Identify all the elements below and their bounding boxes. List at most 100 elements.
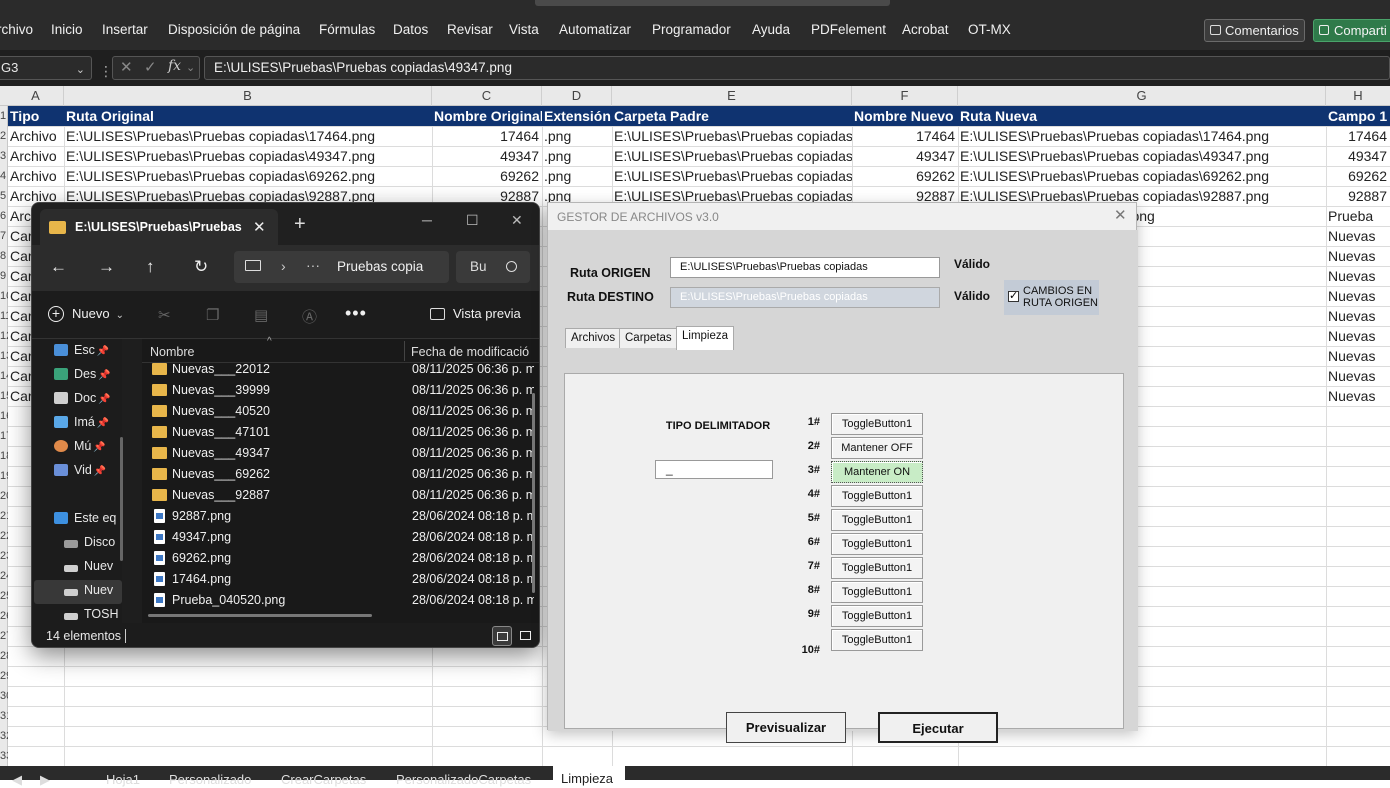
sidebar-item-documentos[interactable]: Doc 📌 [54,387,111,409]
table-cell[interactable]: E:\ULISES\Pruebas\Pruebas copiadas\49347… [64,146,432,166]
column-header-g[interactable]: G [958,86,1326,106]
file-list-hscrollbar[interactable] [148,614,372,617]
preview-pane-button[interactable]: Vista previa [430,306,521,321]
table-cell[interactable]: E:\ULISES\Pruebas\Pruebas copiadas\49347… [958,146,1326,166]
close-window-icon[interactable]: ✕ [511,212,523,229]
ribbon-tab-automatizar[interactable]: Automatizar [559,22,631,37]
row-header[interactable]: 29 [0,666,8,686]
insert-function-icon[interactable]: fx [168,58,181,74]
toggle-button-3[interactable]: Mantener ON [831,461,923,483]
row-header[interactable]: 22 [0,526,8,546]
header-nombre-original[interactable]: Nombre Original [432,106,542,126]
comments-button[interactable]: Comentarios [1204,19,1305,42]
ribbon-tab-revisar[interactable]: Revisar [447,22,493,37]
sheet-tab-limpieza[interactable]: Limpieza [553,766,625,786]
row-header[interactable]: 4 [0,166,8,186]
enter-icon[interactable]: ✓ [144,58,157,76]
column-header-name[interactable]: Nombre [150,345,194,359]
file-row[interactable]: 92887.png 28/06/2024 08:18 p. m. [142,506,539,527]
table-cell[interactable]: Nuevas [1326,326,1390,346]
row-header[interactable]: 19 [0,466,8,486]
toggle-button-4[interactable]: ToggleButton1 [831,485,923,507]
tiles-view-button[interactable] [516,626,536,646]
file-row[interactable]: 49347.png 28/06/2024 08:18 p. m. [142,527,539,548]
table-cell[interactable]: 17464 [432,126,542,146]
row-header[interactable]: 6 [0,206,8,226]
column-header-a[interactable]: A [8,86,64,106]
chevron-right-icon[interactable]: › [281,258,286,274]
title-drag-bar[interactable] [535,0,890,6]
row-header[interactable]: 1 [0,106,8,126]
cut-icon[interactable]: ✂ [158,306,171,324]
cancel-icon[interactable]: ✕ [120,58,133,76]
table-cell[interactable]: 92887 [1326,186,1390,206]
address-bar[interactable]: › ··· Pruebas copia [234,251,449,283]
ribbon-tab-inicio[interactable]: Inicio [51,22,83,37]
sidebar-item-disco[interactable]: Disco [64,531,115,553]
table-cell[interactable]: Archivo [8,166,64,186]
ribbon-tab-datos[interactable]: Datos [393,22,428,37]
row-header[interactable]: 15 [0,386,8,406]
explorer-tab[interactable]: E:\ULISES\Pruebas\Pruebas co ✕ [40,209,278,245]
table-cell[interactable]: 69262 [852,166,958,186]
row-header[interactable]: 33 [0,746,8,766]
file-row[interactable]: Nuevas___40520 08/11/2025 06:36 p. m. [142,401,539,422]
table-cell[interactable]: E:\ULISES\Pruebas\Pruebas copiadas [612,146,852,166]
ejecutar-button[interactable]: Ejecutar [878,712,998,743]
table-cell[interactable]: 49347 [432,146,542,166]
ribbon-tab-vista[interactable]: Vista [509,22,539,37]
row-header[interactable]: 21 [0,506,8,526]
tab-carpetas[interactable]: Carpetas [619,328,678,348]
table-cell[interactable]: E:\ULISES\Pruebas\Pruebas copiadas\17464… [64,126,432,146]
more-options-icon[interactable]: ⋮ [99,63,113,80]
ribbon-tab-ot-mx[interactable]: OT-MX [968,22,1011,37]
sidebar-item-nuevo-volumen-2[interactable]: Nuev [64,579,113,601]
formula-input[interactable]: E:\ULISES\Pruebas\Pruebas copiadas\49347… [204,56,1390,80]
row-header[interactable]: 5 [0,186,8,206]
row-header[interactable]: 8 [0,246,8,266]
previsualizar-button[interactable]: Previsualizar [726,712,846,743]
toggle-button-6[interactable]: ToggleButton1 [831,533,923,555]
row-header[interactable]: 18 [0,446,8,466]
table-cell[interactable]: Archivo [8,126,64,146]
table-cell[interactable]: 69262 [1326,166,1390,186]
row-header[interactable]: 27 [0,626,8,646]
more-path-icon[interactable]: ··· [306,257,320,273]
new-button[interactable]: + Nuevo ⌄ [48,306,124,322]
header-nombre-nuevo[interactable]: Nombre Nuevo [852,106,958,126]
ruta-origen-input[interactable]: E:\ULISES\Pruebas\Pruebas copiadas [670,257,940,278]
file-row[interactable]: Nuevas___47101 08/11/2025 06:36 p. m. [142,422,539,443]
toggle-button-2[interactable]: Mantener OFF [831,437,923,459]
table-cell[interactable]: E:\ULISES\Pruebas\Pruebas copiadas [612,126,852,146]
delimiter-input[interactable]: _ [655,460,773,479]
table-cell[interactable]: Nuevas [1326,306,1390,326]
ribbon-tab-ayuda[interactable]: Ayuda [752,22,790,37]
sidebar-item-escritorio[interactable]: Esc 📌 [54,339,109,361]
up-icon[interactable]: ↑ [146,257,155,277]
ribbon-tab-acrobat[interactable]: Acrobat [902,22,949,37]
header-tipo[interactable]: Tipo [8,106,64,126]
sidebar-item-descargas[interactable]: Des 📌 [54,363,111,385]
row-header[interactable]: 13 [0,346,8,366]
file-row[interactable]: Prueba_040520.png 28/06/2024 08:18 p. m. [142,590,539,611]
row-header[interactable]: 24 [0,566,8,586]
table-cell[interactable]: E:\ULISES\Pruebas\Pruebas copiadas [612,166,852,186]
row-header[interactable]: 14 [0,366,8,386]
table-cell[interactable]: Nuevas [1326,286,1390,306]
tab-limpieza[interactable]: Limpieza [676,326,735,350]
row-header[interactable]: 30 [0,686,8,706]
table-cell[interactable]: Archivo [8,146,64,166]
sidebar-item-musica[interactable]: Mú 📌 [54,435,106,457]
table-cell[interactable]: Nuevas [1326,386,1390,406]
table-cell[interactable]: E:\ULISES\Pruebas\Pruebas copiadas\69262… [64,166,432,186]
file-row[interactable]: Nuevas___92887 08/11/2025 06:36 p. m. [142,485,539,506]
close-tab-icon[interactable]: ✕ [253,218,266,236]
chevron-down-icon[interactable]: ⌄ [186,61,195,74]
row-header[interactable]: 11 [0,306,8,326]
table-cell[interactable]: 69262 [432,166,542,186]
table-cell[interactable]: E:\ULISES\Pruebas\Pruebas copiadas\17464… [958,126,1326,146]
header-ruta-nueva[interactable]: Ruta Nueva [958,106,1326,126]
table-cell[interactable]: 17464 [1326,126,1390,146]
table-cell[interactable]: 49347 [852,146,958,166]
ruta-destino-input[interactable]: E:\ULISES\Pruebas\Pruebas copiadas [670,287,940,308]
